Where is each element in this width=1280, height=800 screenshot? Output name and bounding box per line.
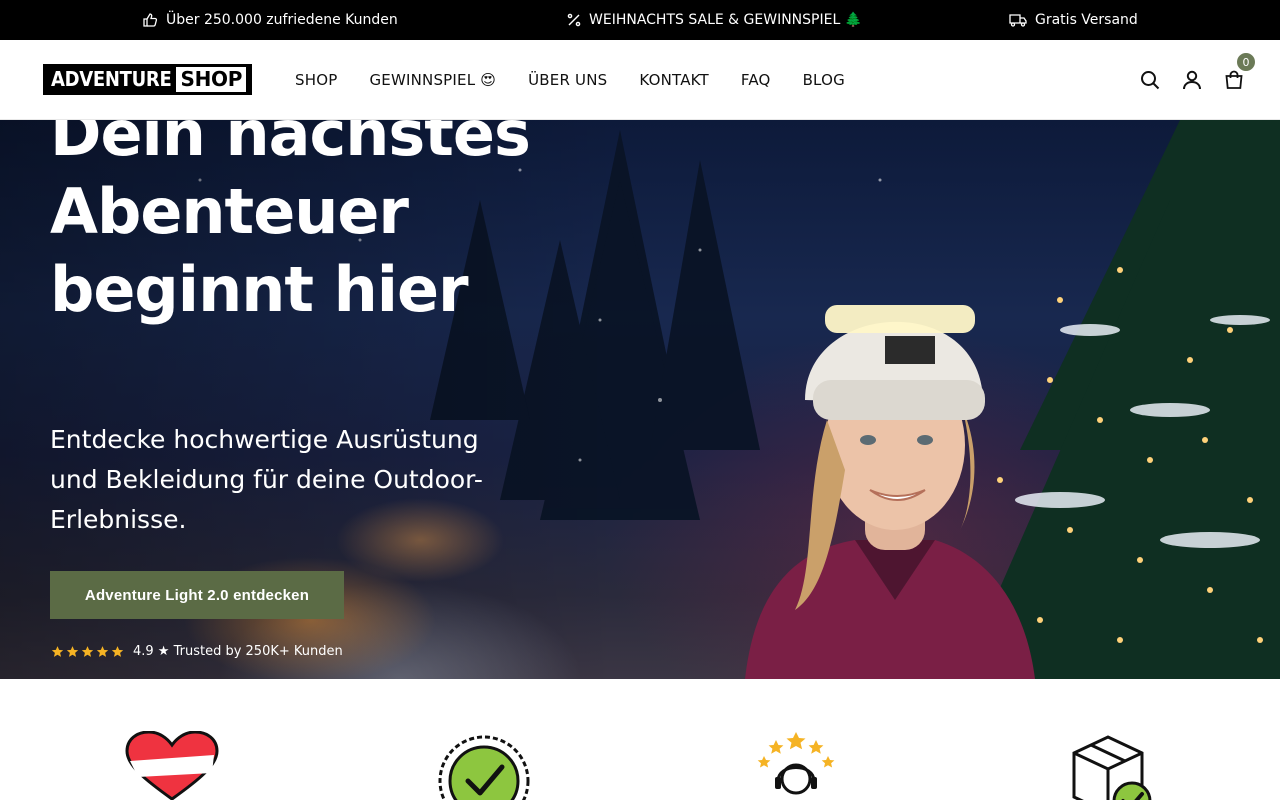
announcement-bar: Über 250.000 zufriedene Kunden WEIHNACHT… xyxy=(0,0,1280,40)
customer-support-stars-icon xyxy=(757,732,835,795)
percent-icon xyxy=(567,13,581,27)
package-delivery-icon xyxy=(1072,735,1152,800)
star-icon xyxy=(66,646,79,657)
logo-text-adventure: ADVENTURE xyxy=(51,67,172,91)
hero-cta-button[interactable]: Adventure Light 2.0 entdecken xyxy=(50,571,344,619)
nav-item-blog[interactable]: BLOG xyxy=(803,71,845,89)
hero-title: Dein nächstes Abenteuer beginnt hier xyxy=(50,120,531,326)
site-header: ADVENTURE SHOP SHOP GEWINNSPIEL 😍 ÜBER U… xyxy=(0,40,1280,120)
nav-item-faq[interactable]: FAQ xyxy=(741,71,771,89)
quality-check-badge-icon xyxy=(438,735,530,800)
rating-stars xyxy=(51,645,124,658)
nav-item-ueber-uns[interactable]: ÜBER UNS xyxy=(528,71,607,89)
hero-person-image xyxy=(745,305,1035,679)
star-icon xyxy=(81,646,94,657)
main-nav: SHOP GEWINNSPIEL 😍 ÜBER UNS KONTAKT FAQ … xyxy=(295,40,845,120)
nav-item-kontakt[interactable]: KONTAKT xyxy=(639,71,709,89)
star-icon xyxy=(96,646,109,657)
nav-item-shop[interactable]: SHOP xyxy=(295,71,337,89)
hero-banner: Dein nächstes Abenteuer beginnt hier Ent… xyxy=(0,120,1280,679)
hero-rating: 4.9 ★ Trusted by 250K+ Kunden xyxy=(51,644,343,659)
announcement-shipping: Gratis Versand xyxy=(1009,0,1138,40)
search-icon[interactable] xyxy=(1140,70,1160,90)
thumbs-up-icon xyxy=(142,12,158,28)
truck-icon xyxy=(1009,13,1027,27)
announcement-customers-text: Über 250.000 zufriedene Kunden xyxy=(166,12,398,28)
cart-count-badge: 0 xyxy=(1236,52,1256,72)
announcement-sale-text[interactable]: WEIHNACHTS SALE & GEWINNSPIEL 🌲 xyxy=(589,12,862,28)
rating-text: 4.9 ★ Trusted by 250K+ Kunden xyxy=(133,644,343,659)
announcement-customers: Über 250.000 zufriedene Kunden xyxy=(142,0,398,40)
cart-icon[interactable]: 0 xyxy=(1224,52,1256,90)
header-actions: 0 xyxy=(1140,40,1256,120)
account-icon[interactable] xyxy=(1182,70,1202,90)
site-logo[interactable]: ADVENTURE SHOP xyxy=(43,64,253,95)
austria-heart-icon xyxy=(125,731,219,800)
features-row xyxy=(0,679,1280,800)
star-icon xyxy=(51,646,64,657)
nav-item-gewinnspiel[interactable]: GEWINNSPIEL 😍 xyxy=(369,71,496,89)
star-icon xyxy=(111,646,124,657)
hero-subtitle: Entdecke hochwertige Ausrüstung und Bekl… xyxy=(50,425,483,534)
logo-text-shop: SHOP xyxy=(176,67,247,92)
announcement-shipping-text: Gratis Versand xyxy=(1035,12,1138,28)
announcement-sale[interactable]: WEIHNACHTS SALE & GEWINNSPIEL 🌲 xyxy=(567,0,862,40)
